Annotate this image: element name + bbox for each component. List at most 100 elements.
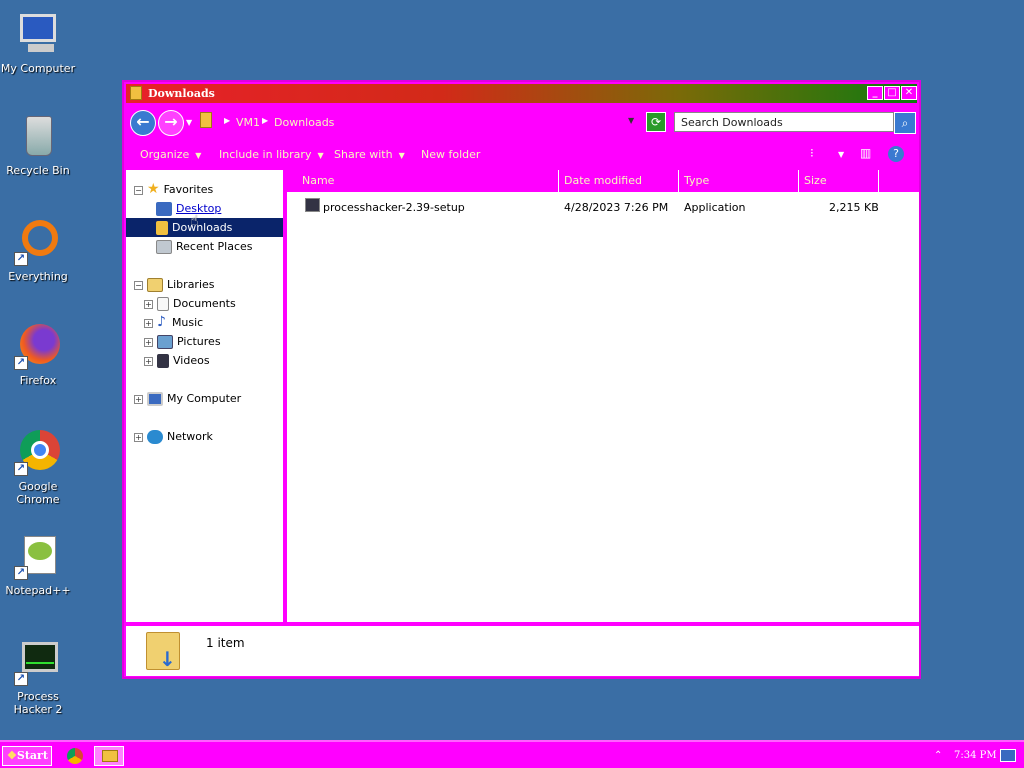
everything-icon: ↗ <box>14 218 62 266</box>
tree-item-my-computer[interactable]: + My Computer <box>134 389 241 408</box>
tree-item-label: Documents <box>173 297 236 310</box>
desktop-icon-label: Process Hacker 2 <box>13 690 63 716</box>
search-icon[interactable]: ⌕ <box>894 112 916 134</box>
chevron-right-icon[interactable]: ▶ <box>224 116 230 125</box>
preview-pane-icon[interactable]: ▥ <box>860 146 871 160</box>
tree-item-music[interactable]: + ♪ Music <box>144 313 203 332</box>
tree-item-libraries[interactable]: − Libraries <box>134 275 215 294</box>
file-type: Application <box>684 201 746 214</box>
libraries-icon <box>147 278 163 292</box>
title-bar[interactable]: Downloads _ □ ✕ <box>126 84 917 103</box>
column-header-date-modified[interactable]: Date modified <box>559 170 679 192</box>
refresh-button[interactable]: ⟳ <box>646 112 666 132</box>
tree-item-label: Favorites <box>163 183 214 196</box>
desktop-icon-my-computer[interactable]: My Computer <box>0 10 76 75</box>
view-dropdown-icon[interactable]: ▼ <box>838 150 844 159</box>
collapse-icon[interactable]: − <box>134 185 143 195</box>
application-icon <box>305 198 320 212</box>
desktop-icon-notepad-plus-plus[interactable]: ↗ Notepad++ <box>0 532 76 597</box>
item-count: 1 item <box>206 636 245 650</box>
close-button[interactable]: ✕ <box>901 86 917 100</box>
shortcut-arrow-icon: ↗ <box>14 252 28 266</box>
file-name: processhacker-2.39-setup <box>323 201 465 214</box>
breadcrumb-vm1[interactable]: VM1 <box>236 116 260 129</box>
desktop-icon-process-hacker[interactable]: ↗ Process Hacker 2 <box>0 638 76 716</box>
back-button[interactable]: ← <box>130 110 156 136</box>
view-options-icon[interactable]: ⁝ <box>810 146 814 160</box>
tree-item-videos[interactable]: + Videos <box>144 351 210 370</box>
tree-item-pictures[interactable]: + Pictures <box>144 332 221 351</box>
desktop-icon-label: Everything <box>8 270 68 283</box>
file-row[interactable]: processhacker-2.39-setup 4/28/2023 7:26 … <box>287 197 919 217</box>
chevron-down-icon: ▼ <box>195 151 202 160</box>
expand-icon[interactable]: + <box>144 337 153 347</box>
column-header-size[interactable]: Size <box>799 170 879 192</box>
tree-item-label: Downloads <box>172 221 233 234</box>
desktop-icon-google-chrome[interactable]: ↗ Google Chrome <box>0 428 76 506</box>
navigation-pane: − ★ Favorites Desktop Downloads ☝ Recent P… <box>126 170 283 622</box>
folder-icon <box>130 86 142 100</box>
share-with-label: Share with <box>334 148 393 161</box>
new-folder-button[interactable]: New folder <box>421 148 480 161</box>
computer-icon <box>147 392 163 406</box>
clock[interactable]: 7:34 PM <box>954 746 997 766</box>
videos-icon <box>157 354 169 368</box>
recycle-bin-icon <box>14 112 62 160</box>
recent-pages-dropdown-icon[interactable]: ▼ <box>186 118 192 127</box>
include-in-library-button[interactable]: Include in library ▼ <box>219 148 324 161</box>
help-icon[interactable]: ? <box>888 146 904 162</box>
tree-item-recent-places[interactable]: Recent Places <box>156 237 253 256</box>
expand-icon[interactable]: + <box>144 356 153 366</box>
desktop-icon-label: Recycle Bin <box>6 164 70 177</box>
tree-item-network[interactable]: + Network <box>134 427 213 446</box>
desktop-icon-label: Google Chrome <box>16 480 60 506</box>
tree-item-desktop[interactable]: Desktop <box>156 199 221 218</box>
collapse-icon[interactable]: − <box>134 280 143 290</box>
expand-icon[interactable]: + <box>144 318 153 328</box>
desktop-icon-label: My Computer <box>0 62 76 75</box>
pictures-icon <box>157 335 173 349</box>
desktop-icon-everything[interactable]: ↗ Everything <box>0 218 76 283</box>
start-button[interactable]: ❖Start <box>2 746 52 766</box>
chevron-right-icon[interactable]: ▶ <box>262 116 268 125</box>
command-bar: Organize ▼ Include in library ▼ Share with… <box>126 140 917 168</box>
file-size: 2,215 KB <box>829 201 879 214</box>
maximize-button[interactable]: □ <box>884 86 900 100</box>
column-headers: Name Date modified Type Size <box>287 170 919 192</box>
window-title: Downloads <box>148 87 215 100</box>
address-dropdown-icon[interactable]: ▼ <box>628 116 634 125</box>
details-pane: ↓ 1 item <box>126 626 919 676</box>
chrome-icon: ↗ <box>14 428 62 476</box>
desktop-icon-label: Notepad++ <box>5 584 71 597</box>
documents-icon <box>157 297 169 311</box>
expand-icon[interactable]: + <box>134 394 143 404</box>
tree-item-label: Music <box>171 316 204 329</box>
desktop-icon-label: Firefox <box>19 374 57 387</box>
breadcrumb-downloads[interactable]: Downloads <box>274 116 334 129</box>
desktop-icon-recycle-bin[interactable]: Recycle Bin <box>0 112 76 177</box>
desktop-icon-firefox[interactable]: ↗ Firefox <box>0 322 76 387</box>
expand-icon[interactable]: + <box>144 299 153 309</box>
column-header-name[interactable]: Name <box>287 170 559 192</box>
chevron-down-icon: ▼ <box>398 151 405 160</box>
tree-item-downloads[interactable]: Downloads ☝ <box>126 213 283 237</box>
taskbar-chrome-icon[interactable] <box>62 746 88 766</box>
forward-button[interactable]: → <box>158 110 184 136</box>
show-hidden-icons-icon[interactable]: ⌃ <box>934 746 942 766</box>
my-computer-icon <box>14 10 62 58</box>
search-input[interactable]: Search Downloads <box>674 112 894 132</box>
windows-logo-icon: ❖ <box>7 749 17 762</box>
column-header-type[interactable]: Type <box>679 170 799 192</box>
taskbar-explorer-icon[interactable] <box>94 746 124 766</box>
expand-icon[interactable]: + <box>134 432 143 442</box>
share-with-button[interactable]: Share with ▼ <box>334 148 405 161</box>
shortcut-arrow-icon: ↗ <box>14 462 28 476</box>
folder-icon <box>200 112 212 128</box>
tree-item-favorites[interactable]: − ★ Favorites <box>134 180 213 199</box>
organize-button[interactable]: Organize ▼ <box>140 148 201 161</box>
address-bar[interactable]: ▶ VM1 ▶ Downloads ▼ <box>198 112 638 132</box>
tree-item-documents[interactable]: + Documents <box>144 294 236 313</box>
taskbar: ❖Start ⌃ 7:34 PM <box>0 740 1024 768</box>
show-desktop-icon[interactable] <box>1000 749 1016 762</box>
minimize-button[interactable]: _ <box>867 86 883 100</box>
